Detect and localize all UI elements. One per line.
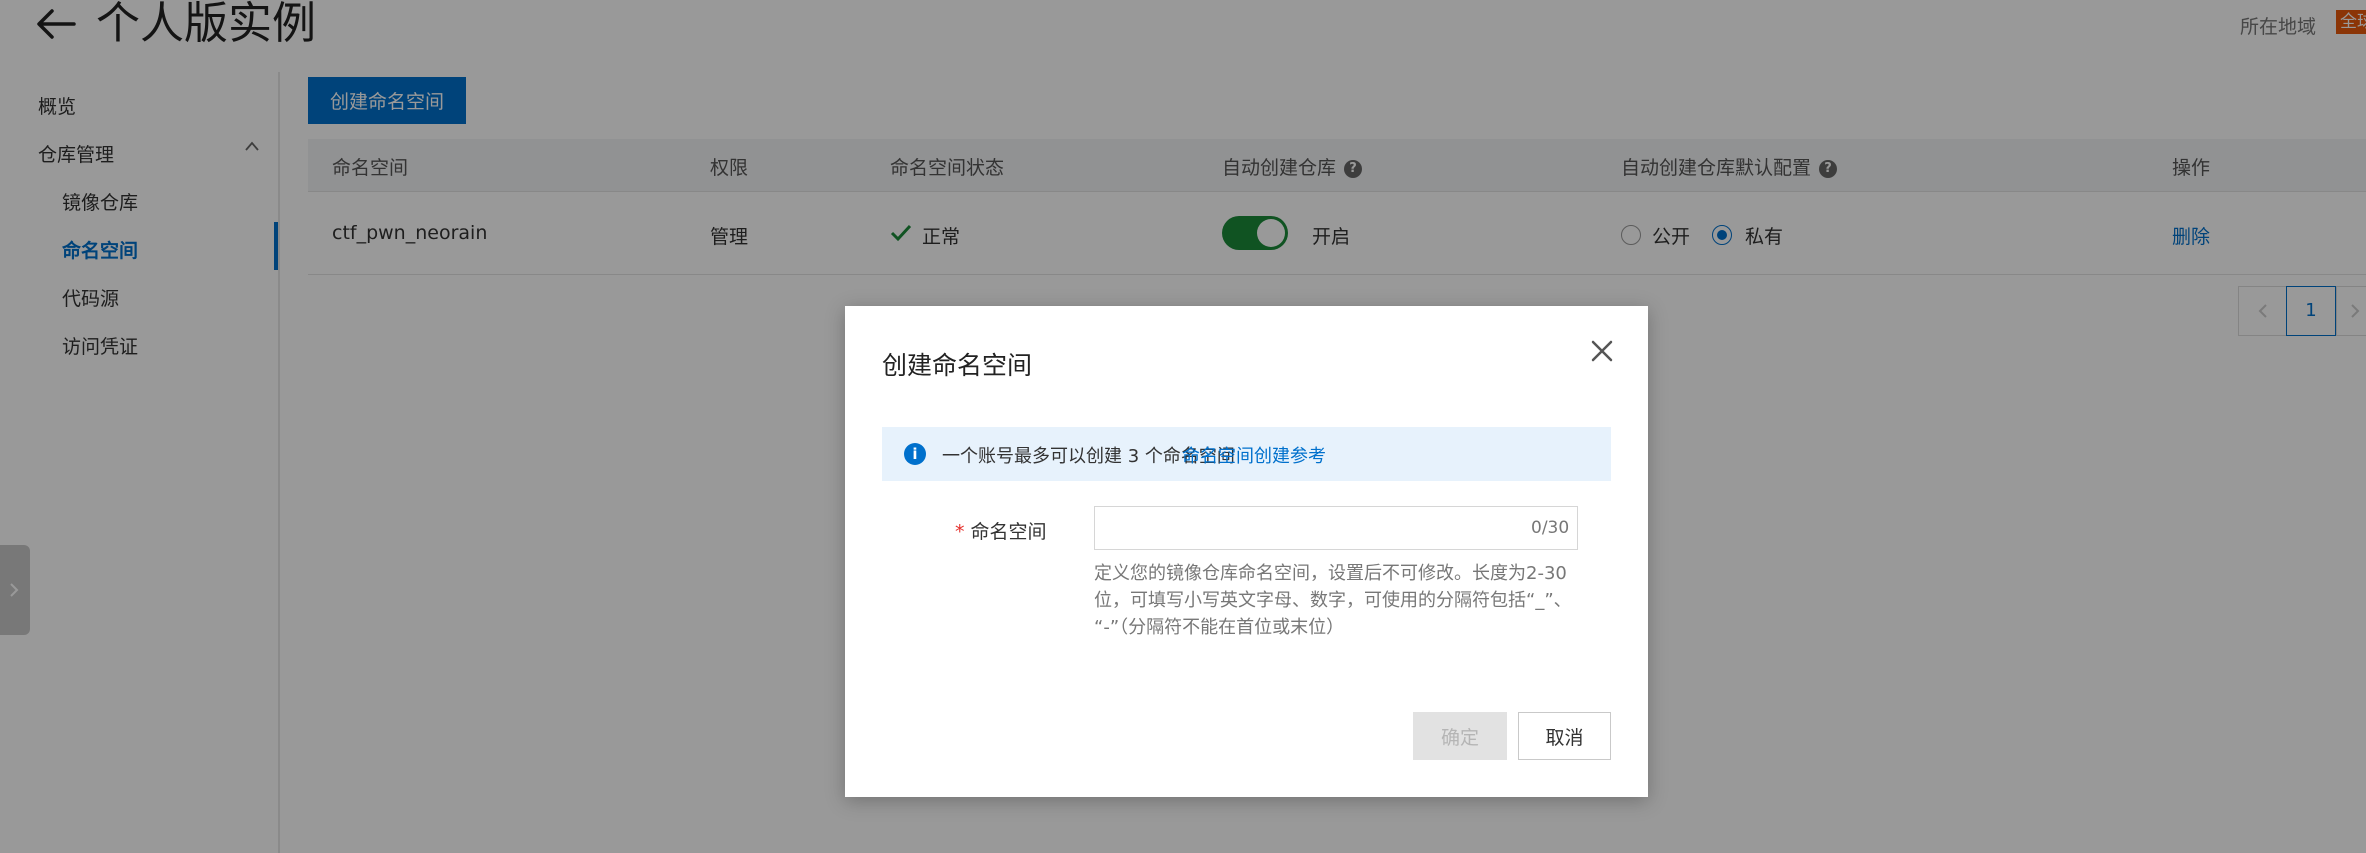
namespace-reference-link[interactable]: 命名空间创建参考 [1182, 442, 1326, 468]
info-notice: i 一个账号最多可以创建 3 个命名空间 命名空间创建参考 [882, 427, 1611, 481]
help-text-line: 定义您的镜像仓库命名空间，设置后不可修改。长度为2-30 [1094, 563, 1567, 584]
cancel-button[interactable]: 取消 [1518, 712, 1611, 760]
namespace-field-label: * 命名空间 [955, 517, 1047, 544]
dialog-title: 创建命名空间 [882, 351, 1033, 380]
help-text-line: “-”（分隔符不能在首位或末位） [1094, 617, 1345, 638]
help-text-line: 位，可填写小写英文字母、数字，可使用的分隔符包括“_”、 [1094, 590, 1572, 611]
close-icon[interactable] [1585, 334, 1619, 368]
namespace-field-label-text: 命名空间 [970, 521, 1047, 543]
required-marker: * [955, 521, 965, 543]
confirm-button[interactable]: 确定 [1413, 712, 1507, 760]
info-icon: i [904, 443, 926, 465]
namespace-input[interactable] [1094, 506, 1578, 550]
input-char-counter: 0/30 [1531, 518, 1570, 538]
namespace-help-text: 定义您的镜像仓库命名空间，设置后不可修改。长度为2-30 位，可填写小写英文字母… [1094, 560, 1574, 641]
create-namespace-dialog: 创建命名空间 i 一个账号最多可以创建 3 个命名空间 命名空间创建参考 * 命名… [845, 306, 1648, 797]
